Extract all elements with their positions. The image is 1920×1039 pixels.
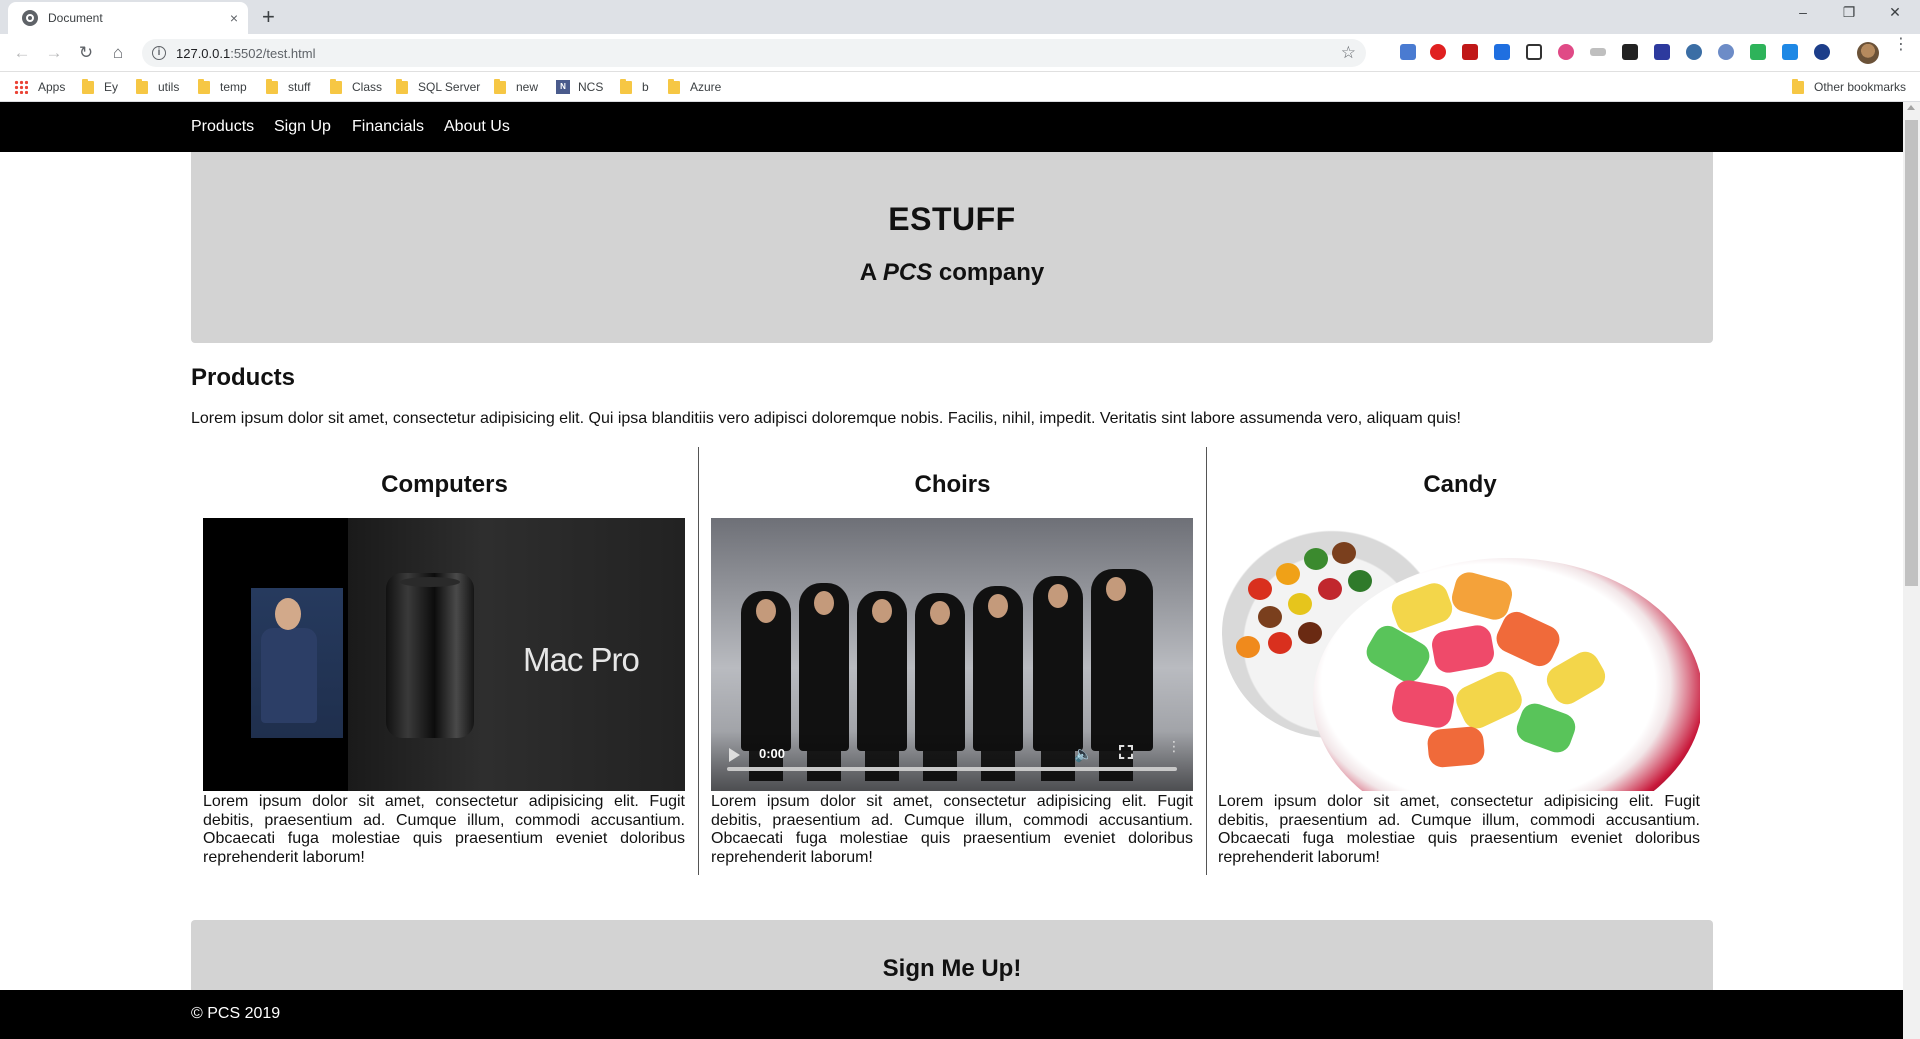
nav-link-products[interactable]: Products xyxy=(191,118,254,136)
mac-pro-image: Mac Pro xyxy=(203,518,685,791)
folder-icon xyxy=(620,78,632,94)
back-icon[interactable]: ← xyxy=(11,42,33,64)
scrollbar-thumb[interactable] xyxy=(1905,120,1918,586)
extension-icon[interactable] xyxy=(1462,44,1478,60)
folder-icon xyxy=(330,78,342,94)
screenshot-icon[interactable] xyxy=(1526,44,1542,60)
fullscreen-icon[interactable] xyxy=(1119,745,1133,759)
extension-icon[interactable] xyxy=(1782,44,1798,60)
folder-icon xyxy=(82,78,94,94)
folder-icon xyxy=(136,78,148,94)
extension-icon[interactable] xyxy=(1590,48,1606,56)
folder-icon xyxy=(668,78,680,94)
apps-grid-icon xyxy=(14,80,28,94)
extension-icon[interactable] xyxy=(1622,44,1638,60)
video-time: 0:00 xyxy=(759,746,786,761)
extension-icon[interactable] xyxy=(1686,44,1702,60)
folder-icon xyxy=(494,78,506,94)
extension-icon[interactable] xyxy=(1654,44,1670,60)
more-options-icon[interactable]: ⋮ xyxy=(1167,739,1181,753)
play-icon[interactable] xyxy=(729,748,740,762)
bookmark-other[interactable]: Other bookmarks xyxy=(1792,78,1906,94)
bookmark-utils[interactable]: utils xyxy=(136,78,179,94)
bookmark-class[interactable]: Class xyxy=(330,78,382,94)
product-card-candy: Candy Lorem ipsum dolor sit amet, consec… xyxy=(1206,447,1714,875)
tab-close-icon[interactable]: × xyxy=(230,10,238,26)
address-bar[interactable]: i 127.0.0.1:5502/test.html ☆ xyxy=(142,39,1366,67)
browser-tab[interactable]: Document × xyxy=(8,2,248,34)
product-text: Lorem ipsum dolor sit amet, consectetur … xyxy=(711,793,1193,866)
profile-avatar[interactable] xyxy=(1857,42,1879,64)
video-controls: 0:00 🔈 ⋮ xyxy=(711,731,1193,791)
nav-link-about-us[interactable]: About Us xyxy=(444,118,510,136)
product-title: Computers xyxy=(381,471,508,498)
site-footer: © PCS 2019 xyxy=(0,990,1903,1039)
copyright-text: © PCS 2019 xyxy=(191,1005,281,1022)
scroll-up-arrow-icon[interactable] xyxy=(1907,105,1915,110)
product-text: Lorem ipsum dolor sit amet, consectetur … xyxy=(1218,793,1700,866)
extension-icon[interactable] xyxy=(1718,44,1734,60)
restore-button[interactable]: ❐ xyxy=(1826,4,1872,21)
product-card-choirs: Choirs 0:00 🔈 ⋮ Lorem ipsum dolor sit am… xyxy=(699,447,1207,875)
globe-icon xyxy=(22,10,38,26)
ncs-icon: N xyxy=(556,80,570,94)
extension-icon[interactable] xyxy=(1750,44,1766,60)
choir-video-player[interactable]: 0:00 🔈 ⋮ xyxy=(711,518,1193,791)
site-nav: Products Sign Up Financials About Us xyxy=(0,102,1903,152)
product-text: Lorem ipsum dolor sit amet, consectetur … xyxy=(203,793,685,866)
page-scrollbar[interactable] xyxy=(1903,102,1920,1039)
browser-toolbar: ← → ↻ ⌂ i 127.0.0.1:5502/test.html ☆ ⋮ xyxy=(0,34,1920,72)
product-card-computers: Computers Mac Pro Lorem ipsum dolor sit … xyxy=(191,447,699,875)
candy-image xyxy=(1218,518,1700,791)
nav-link-sign-up[interactable]: Sign Up xyxy=(274,118,331,136)
product-title: Candy xyxy=(1423,471,1497,498)
bookmark-apps[interactable]: Apps xyxy=(14,80,65,94)
browser-menu-icon[interactable]: ⋮ xyxy=(1893,37,1909,53)
extension-icon[interactable] xyxy=(1814,44,1830,60)
folder-icon xyxy=(266,78,278,94)
bookmarks-bar: Apps Ey utils temp stuff Class SQL Serve… xyxy=(0,72,1920,102)
signup-heading: Sign Me Up! xyxy=(882,955,1022,982)
extension-icon[interactable] xyxy=(1400,44,1416,60)
dropbox-icon[interactable] xyxy=(1494,44,1510,60)
close-window-button[interactable]: ✕ xyxy=(1872,4,1918,21)
site-subtitle: A PCS company xyxy=(859,259,1045,286)
bookmark-new[interactable]: new xyxy=(494,78,538,94)
mac-pro-label: Mac Pro xyxy=(523,641,640,678)
new-tab-button[interactable]: + xyxy=(262,5,275,29)
bookmark-sql-server[interactable]: SQL Server xyxy=(396,78,480,94)
volume-icon[interactable]: 🔈 xyxy=(1074,745,1093,763)
video-progress-bar[interactable] xyxy=(727,767,1177,771)
home-icon[interactable]: ⌂ xyxy=(107,42,129,64)
bookmark-azure[interactable]: Azure xyxy=(668,78,721,94)
product-title: Choirs xyxy=(914,471,991,498)
bookmark-ey[interactable]: Ey xyxy=(82,78,118,94)
bookmark-ncs[interactable]: N NCS xyxy=(556,80,603,94)
bookmark-stuff[interactable]: stuff xyxy=(266,78,310,94)
minimize-button[interactable]: – xyxy=(1780,4,1826,20)
forward-icon[interactable]: → xyxy=(43,42,65,64)
extension-icon[interactable] xyxy=(1558,44,1574,60)
bookmark-b[interactable]: b xyxy=(620,78,649,94)
folder-icon xyxy=(1792,78,1804,94)
nav-link-financials[interactable]: Financials xyxy=(352,118,424,136)
site-title: ESTUFF xyxy=(888,201,1016,237)
products-description: Lorem ipsum dolor sit amet, consectetur … xyxy=(191,410,1461,427)
bookmark-temp[interactable]: temp xyxy=(198,78,247,94)
page-viewport: Products Sign Up Financials About Us EST… xyxy=(0,102,1920,1039)
url-text[interactable]: 127.0.0.1:5502/test.html xyxy=(176,46,316,61)
hero-banner: ESTUFF A PCS company xyxy=(191,152,1713,343)
bookmark-star-icon[interactable]: ☆ xyxy=(1341,43,1356,63)
folder-icon xyxy=(396,78,408,94)
products-heading: Products xyxy=(191,364,296,391)
info-icon[interactable]: i xyxy=(152,46,166,60)
folder-icon xyxy=(198,78,210,94)
tab-title: Document xyxy=(48,11,103,25)
opera-extension-icon[interactable] xyxy=(1430,44,1446,60)
reload-icon[interactable]: ↻ xyxy=(75,42,97,64)
tab-strip: Document × + – ❐ ✕ xyxy=(0,0,1920,34)
